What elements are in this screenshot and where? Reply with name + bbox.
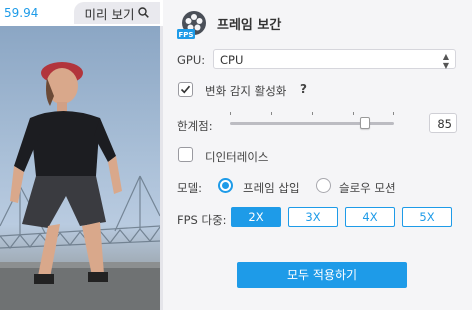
gpu-select[interactable]: CPU ▲ ▼: [213, 49, 456, 70]
fps-readout: 59.94: [4, 6, 39, 20]
preview-pane: 59.94 미리 보기: [0, 0, 163, 310]
panel-header: FPS 프레임 보간: [177, 10, 281, 43]
svg-text:FPS: FPS: [179, 31, 194, 39]
fps-4x-button[interactable]: 4X: [345, 207, 395, 227]
slider-tick: [393, 112, 394, 115]
fps-2x-button[interactable]: 2X: [231, 207, 281, 227]
frame-insert-label: 프레임 삽입: [243, 181, 300, 195]
radio-frame-insert[interactable]: [218, 178, 233, 193]
checkmark-icon: [180, 85, 191, 94]
preview-button[interactable]: 미리 보기: [74, 2, 160, 24]
fps-5x-button[interactable]: 5X: [402, 207, 452, 227]
select-arrows-icon: ▲ ▼: [442, 52, 449, 70]
mode-label: 모델:: [177, 181, 203, 195]
magnifier-icon: [138, 6, 150, 21]
slider-tick: [312, 112, 313, 115]
preview-button-label: 미리 보기: [84, 6, 135, 22]
threshold-label: 한계점:: [177, 119, 213, 133]
slider-tick: [230, 112, 231, 115]
fps-3x-button[interactable]: 3X: [288, 207, 338, 227]
gpu-select-value: CPU: [220, 53, 244, 67]
radio-slow-motion[interactable]: [316, 178, 331, 193]
threshold-slider-thumb[interactable]: [360, 117, 370, 129]
slider-tick: [271, 112, 272, 115]
scene-detect-checkbox[interactable]: [178, 82, 193, 97]
fps-multiplier-label: FPS 다중:: [177, 213, 227, 227]
threshold-value-input[interactable]: 85: [429, 113, 457, 133]
deinterlace-checkbox[interactable]: [178, 147, 193, 162]
panel-title: 프레임 보간: [217, 18, 282, 33]
video-preview-frame: [0, 26, 160, 310]
help-icon[interactable]: ?: [300, 82, 307, 96]
scene-detect-label: 변화 감지 활성화: [205, 84, 287, 98]
frame-interpolation-panel: FPS 프레임 보간 GPU: CPU ▲ ▼ 변화 감지 활성화 ? 한계점: …: [163, 0, 472, 310]
gpu-label: GPU:: [177, 53, 206, 67]
slider-tick: [353, 112, 354, 115]
slow-motion-label: 슬로우 모션: [339, 181, 396, 195]
apply-all-button[interactable]: 모두 적용하기: [237, 262, 407, 288]
deinterlace-label: 디인터레이스: [205, 150, 269, 164]
film-reel-fps-icon: FPS: [177, 10, 209, 43]
